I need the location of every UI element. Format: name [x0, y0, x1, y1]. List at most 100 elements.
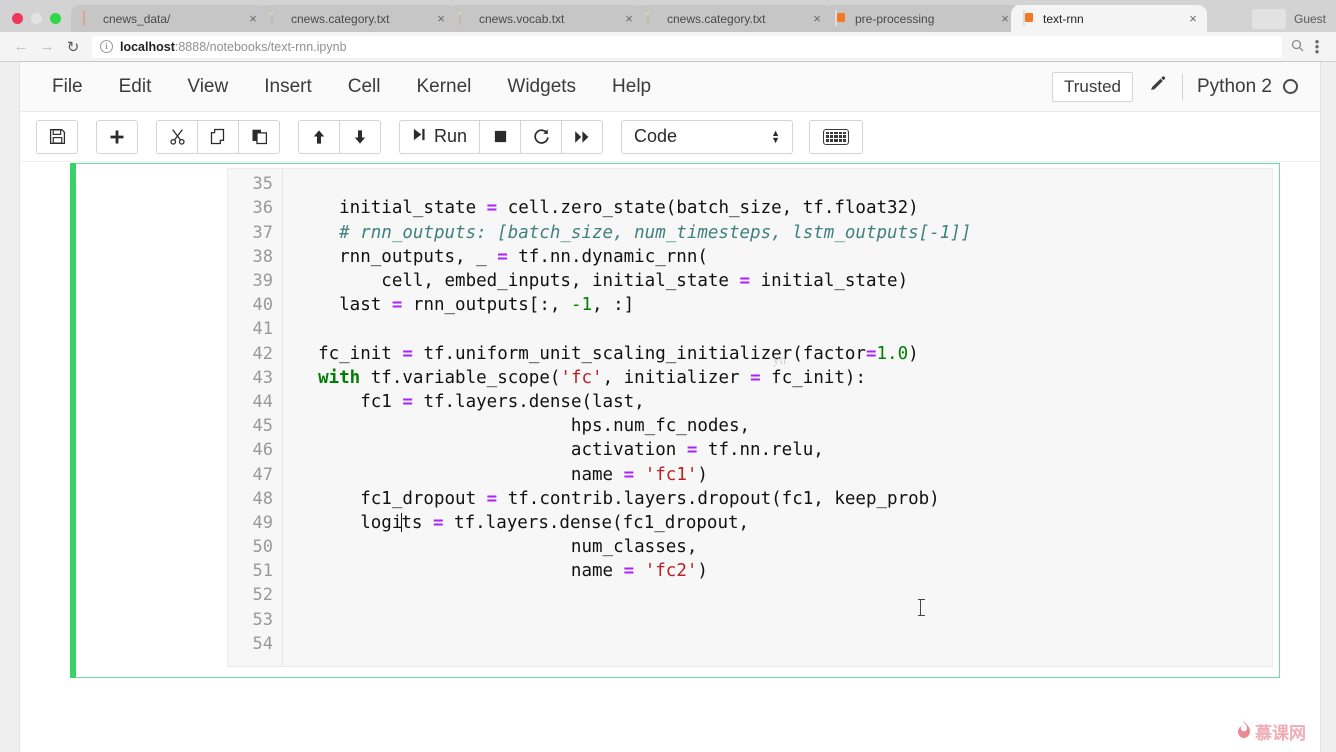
document-icon [271, 10, 284, 26]
input-prompt [76, 164, 227, 677]
back-icon[interactable]: ← [8, 34, 34, 60]
code-line: 54 [228, 632, 1272, 656]
minimize-window-button[interactable] [31, 13, 42, 24]
close-tab-button[interactable]: × [1185, 11, 1201, 27]
code-editor[interactable]: 34 cell = tf.contrib.rnn.MultiRNNCell(ce… [227, 168, 1273, 667]
menu-widgets[interactable]: Widgets [489, 70, 594, 104]
chevron-updown-icon: ▲ ▼ [771, 127, 781, 145]
browser-tab[interactable]: cnews.vocab.txt × [447, 5, 643, 32]
menu-help[interactable]: Help [594, 70, 669, 104]
menu-kernel[interactable]: Kernel [398, 70, 489, 104]
line-number: 45 [252, 416, 273, 437]
move-cell-up-button[interactable] [298, 119, 340, 154]
new-tab-button[interactable] [1251, 9, 1286, 29]
open-command-palette-button[interactable] [809, 119, 864, 154]
cell-type-select[interactable]: Code ▲ ▼ [621, 119, 794, 154]
paste-cell-button[interactable] [238, 119, 280, 154]
line-number: 51 [252, 561, 273, 582]
keyboard-icon [823, 128, 850, 145]
line-number: 48 [252, 488, 273, 509]
kernel-name-label: Python 2 [1197, 75, 1272, 97]
flame-icon [1236, 720, 1251, 743]
line-content: initial_state = cell.zero_state(batch_si… [297, 198, 919, 219]
code-line: 49 logits = tf.layers.dense(fc1_dropout, [228, 511, 1272, 535]
browser-tab[interactable]: text-rnn × [1011, 5, 1207, 32]
address-bar[interactable]: i localhost :8888/notebooks/text-rnn.ipy… [92, 35, 1282, 58]
interrupt-kernel-button[interactable] [479, 119, 522, 154]
line-number: 39 [252, 271, 273, 292]
code-line: 41 [228, 317, 1272, 341]
browser-tab[interactable]: cnews_data/× [71, 5, 267, 32]
code-line: 46 activation = tf.nn.relu, [228, 438, 1272, 462]
code-line: 44 fc1 = tf.layers.dense(last, [228, 390, 1272, 414]
menu-edit[interactable]: Edit [101, 70, 170, 104]
code-line: 37 # rnn_outputs: [batch_size, num_times… [228, 221, 1272, 245]
toolbar-group-save [36, 119, 78, 154]
site-info-icon[interactable]: i [100, 40, 113, 53]
menu-insert[interactable]: Insert [246, 70, 330, 104]
trusted-badge[interactable]: Trusted [1051, 71, 1133, 102]
code-line: 39 cell, embed_inputs, initial_state = i… [228, 269, 1272, 293]
browser-tab-label: pre-processing [855, 11, 935, 26]
toolbar-group-move [298, 119, 381, 154]
line-content: logits = tf.layers.dense(fc1_dropout, [297, 512, 750, 533]
window-traffic-lights [6, 13, 71, 32]
insert-cell-below-button[interactable] [96, 119, 138, 154]
browser-tab[interactable]: cnews.category.txt × [635, 5, 831, 32]
line-number: 40 [252, 295, 273, 316]
line-content: activation = tf.nn.relu, [297, 440, 824, 461]
save-button[interactable] [36, 119, 78, 154]
line-number: 52 [252, 585, 273, 606]
run-icon [412, 126, 427, 147]
menu-view[interactable]: View [169, 70, 246, 104]
restart-and-run-all-button[interactable] [561, 119, 604, 154]
run-label: Run [434, 126, 468, 146]
close-window-button[interactable] [12, 13, 23, 24]
browser-tab[interactable]: pre-processing × [823, 5, 1019, 32]
cut-cell-button[interactable] [156, 119, 198, 154]
reload-icon[interactable]: ↻ [60, 34, 86, 60]
search-icon[interactable] [1288, 39, 1306, 55]
restart-kernel-button[interactable] [520, 119, 563, 154]
code-line: 52 [228, 583, 1272, 607]
jupyter-toolbar: Run Code ▲ ▼ [20, 112, 1320, 162]
line-number: 35 [252, 174, 273, 195]
browser-tabs: cnews_data/× cnews.category.txt × cnews.voc… [71, 5, 1238, 32]
menu-cell[interactable]: Cell [330, 70, 399, 104]
browser-tab-label: cnews_data/ [103, 11, 171, 26]
profile-label[interactable]: Guest [1286, 12, 1336, 32]
code-line: 43 with tf.variable_scope('fc', initiali… [228, 366, 1272, 390]
line-number: 46 [252, 440, 273, 461]
code-line: 48 fc1_dropout = tf.contrib.layers.dropo… [228, 487, 1272, 511]
line-content: last = rnn_outputs[:, -1, :] [297, 295, 635, 316]
line-content: cell = tf.contrib.rnn.MultiRNNCell(cells… [283, 169, 771, 170]
line-content: num_classes, [297, 537, 698, 558]
pencil-icon[interactable] [1133, 75, 1182, 98]
kernel-status-icon[interactable] [1283, 79, 1298, 94]
line-content: fc1_dropout = tf.contrib.layers.dropout(… [297, 488, 940, 509]
move-cell-down-button[interactable] [339, 119, 381, 154]
line-number: 37 [252, 222, 273, 243]
menu-file[interactable]: File [34, 70, 101, 104]
line-content: name = 'fc1') [297, 464, 708, 485]
browser-toolbar: ← → ↻ i localhost :8888/notebooks/text-r… [0, 32, 1336, 62]
copy-cell-button[interactable] [197, 119, 239, 154]
browser-window: cnews_data/× cnews.category.txt × cnews.voc… [0, 0, 1336, 752]
line-content: fc1 = tf.layers.dense(last, [297, 391, 645, 412]
browser-tab[interactable]: cnews.category.txt × [259, 5, 455, 32]
browser-tab-label: cnews.vocab.txt [479, 11, 565, 26]
code-line: 36 initial_state = cell.zero_state(batch… [228, 196, 1272, 220]
line-content: name = 'fc2') [297, 561, 708, 582]
forward-icon[interactable]: → [34, 34, 60, 60]
line-number: 34 [228, 169, 283, 170]
line-number: 50 [252, 537, 273, 558]
browser-menu-icon[interactable]: • • • [1306, 35, 1328, 58]
code-cell[interactable]: 34 cell = tf.contrib.rnn.MultiRNNCell(ce… [70, 163, 1280, 678]
browser-tabstrip: cnews_data/× cnews.category.txt × cnews.voc… [0, 0, 1336, 32]
cell-type-value: Code [634, 126, 678, 146]
run-cell-button[interactable]: Run [399, 119, 481, 154]
toolbar-group-run: Run [399, 119, 604, 154]
line-number: 38 [252, 246, 273, 267]
zoom-window-button[interactable] [50, 13, 61, 24]
line-number: 43 [252, 367, 273, 388]
